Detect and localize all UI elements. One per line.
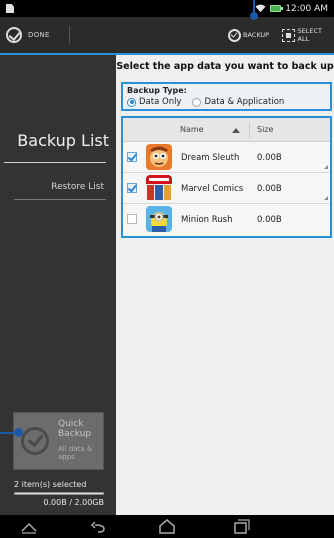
status-bar: 12:00 AM xyxy=(0,0,334,17)
quick-backup-title: Quick Backup xyxy=(58,419,91,439)
sidebar-item-restore-list[interactable]: Restore List xyxy=(0,182,104,192)
column-header-name[interactable]: Name xyxy=(180,125,204,134)
row-checkbox[interactable] xyxy=(127,183,137,193)
table-row[interactable]: Minion Rush 0.00B xyxy=(123,204,330,235)
row-app-name: Marvel Comics xyxy=(181,184,244,194)
storage-size: 0.00B / 2.00GB xyxy=(43,498,104,507)
select-all-label: SELECT ALL xyxy=(297,27,322,43)
table-header: Name Size xyxy=(123,118,330,142)
sidebar-title-underline xyxy=(4,162,106,163)
radio-data-only[interactable] xyxy=(127,97,136,107)
marvel-comics-icon xyxy=(146,175,172,201)
instruction-heading: Select the app data you want to back up xyxy=(116,61,334,72)
sidebar-item-divider xyxy=(14,199,106,200)
action-bar-divider xyxy=(69,26,70,44)
backup-label: BACKUP xyxy=(243,31,270,39)
selected-count: 2 item(s) selected xyxy=(14,480,87,489)
radio-data-and-application-label[interactable]: Data & Application xyxy=(204,97,284,107)
backup-type-label: Backup Type: xyxy=(127,86,187,95)
column-separator xyxy=(249,122,250,138)
done-label: DONE xyxy=(28,31,50,39)
sort-ascending-icon[interactable] xyxy=(232,128,240,133)
row-app-size: 0.00B xyxy=(257,153,282,163)
sidebar: Backup List Restore List Quick Backup Al… xyxy=(0,55,116,515)
backup-icon xyxy=(228,28,241,42)
select-all-icon xyxy=(282,28,295,42)
navigation-bar xyxy=(0,515,334,538)
done-check-icon xyxy=(6,27,22,43)
quick-backup-icon xyxy=(21,427,49,455)
dream-sleuth-icon xyxy=(146,144,172,170)
row-app-name: Dream Sleuth xyxy=(181,153,240,163)
table-row[interactable]: Dream Sleuth 0.00B xyxy=(123,142,330,173)
callout-marker-top xyxy=(250,12,258,20)
status-indicators: 12:00 AM xyxy=(255,3,328,14)
app-table: Name Size Dream Sleuth 0.00B Marvel Comi… xyxy=(121,116,332,238)
backup-type-options: Data Only Data & Application xyxy=(127,97,284,107)
minion-rush-icon xyxy=(146,206,172,232)
row-checkbox[interactable] xyxy=(127,152,137,162)
row-corner-indicator xyxy=(324,196,328,200)
status-time: 12:00 AM xyxy=(285,3,328,14)
hide-keyboard-icon[interactable] xyxy=(20,519,38,534)
home-icon[interactable] xyxy=(158,519,176,534)
recent-apps-icon[interactable] xyxy=(232,519,250,534)
storage-progress-bar xyxy=(14,492,104,495)
select-all-button[interactable]: SELECT ALL xyxy=(282,23,334,47)
row-checkbox[interactable] xyxy=(127,214,137,224)
wifi-icon xyxy=(255,4,266,13)
radio-data-only-label[interactable]: Data Only xyxy=(139,97,181,107)
app-window: 12:00 AM DONE BACKUP SELECT ALL Backup L… xyxy=(0,0,334,538)
back-icon[interactable] xyxy=(90,519,108,534)
backup-button[interactable]: BACKUP xyxy=(228,23,269,47)
column-header-size[interactable]: Size xyxy=(257,125,273,134)
table-row[interactable]: Marvel Comics 0.00B xyxy=(123,173,330,204)
quick-backup-subtitle: All data & apps xyxy=(58,445,93,461)
radio-data-and-application[interactable] xyxy=(192,97,202,107)
row-app-size: 0.00B xyxy=(257,184,282,194)
sidebar-title-backup-list[interactable]: Backup List xyxy=(0,131,109,150)
row-app-size: 0.00B xyxy=(257,215,282,225)
main-panel: Select the app data you want to back up … xyxy=(116,55,334,515)
quick-backup-button[interactable]: Quick Backup All data & apps xyxy=(13,412,104,470)
battery-icon xyxy=(270,5,284,12)
row-app-name: Minion Rush xyxy=(181,215,233,225)
row-corner-indicator xyxy=(324,165,328,169)
callout-marker-left xyxy=(14,428,23,437)
done-button[interactable]: DONE xyxy=(6,21,50,49)
action-bar: DONE BACKUP SELECT ALL xyxy=(0,17,334,53)
backup-type-panel: Backup Type: Data Only Data & Applicatio… xyxy=(121,82,332,111)
sd-card-icon xyxy=(6,4,14,13)
